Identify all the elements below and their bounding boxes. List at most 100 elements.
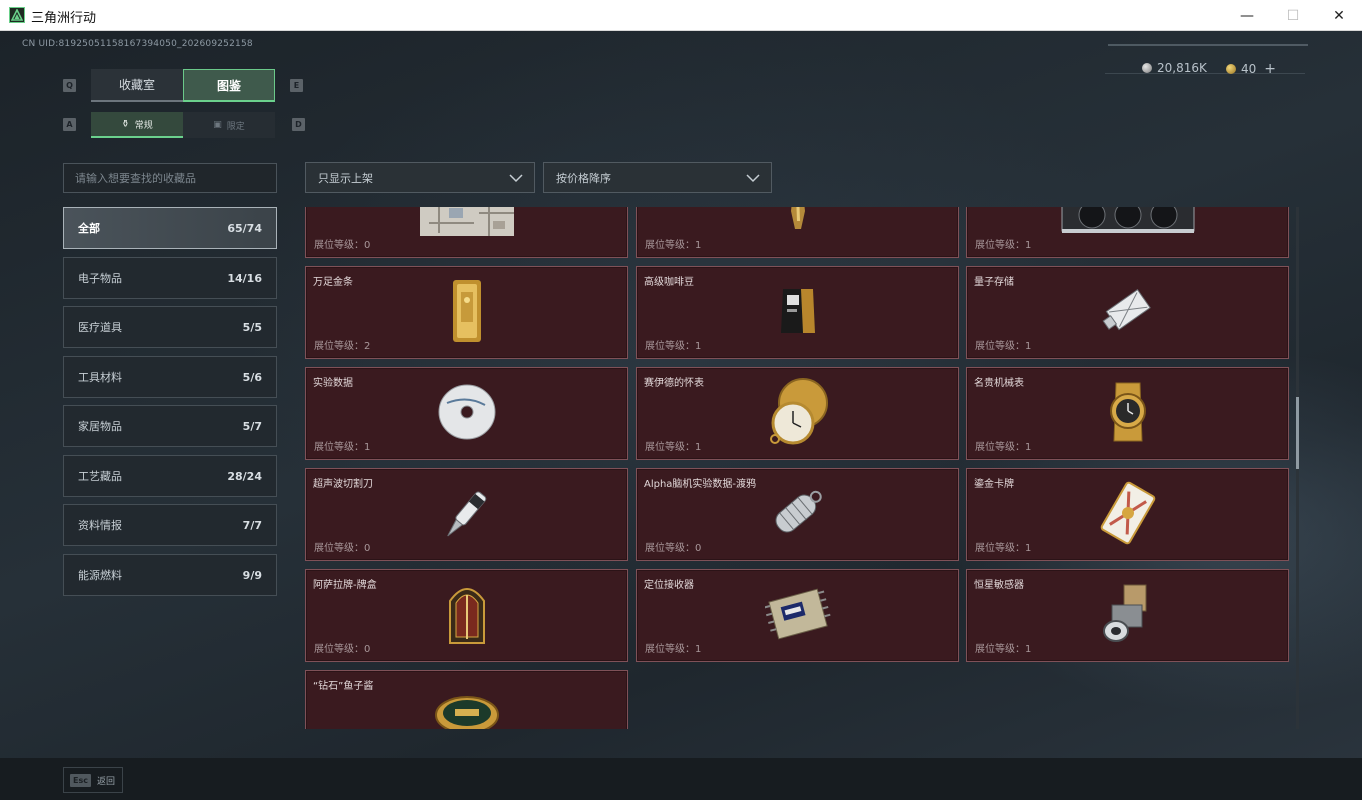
- item-card[interactable]: 赛伊德的怀表 展位等级：1: [636, 367, 959, 460]
- item-card[interactable]: 阿萨拉牌-牌盒 展位等级：0: [305, 569, 628, 662]
- item-level: 展位等级：1: [975, 543, 1032, 554]
- close-button[interactable]: ✕: [1316, 0, 1362, 31]
- item-level: 展位等级：1: [975, 240, 1032, 251]
- item-level: 展位等级：1: [975, 644, 1032, 655]
- map-icon: [419, 207, 515, 241]
- item-level: 展位等级：1: [645, 442, 702, 453]
- item-level: 展位等级：0: [314, 543, 371, 554]
- category-medical[interactable]: 医疗道具 5/5: [63, 306, 277, 348]
- star-sensor-icon: [1098, 581, 1158, 651]
- category-label: 全部: [78, 222, 100, 235]
- token-icon: [1226, 64, 1236, 74]
- subtab-limited[interactable]: ▣ 限定: [183, 112, 275, 138]
- tab-catalog[interactable]: 图鉴: [183, 69, 275, 102]
- category-household[interactable]: 家居物品 5/7: [63, 405, 277, 447]
- maximize-button[interactable]: ☐: [1270, 0, 1316, 31]
- gpu-icon: [1060, 207, 1196, 239]
- category-count: 5/5: [242, 320, 262, 334]
- item-card[interactable]: 恒星敏感器 展位等级：1: [966, 569, 1289, 662]
- item-level: 展位等级：1: [645, 240, 702, 251]
- category-crafts[interactable]: 工艺藏品 28/24: [63, 455, 277, 497]
- category-electronics[interactable]: 电子物品 14/16: [63, 257, 277, 299]
- item-level: 展位等级：1: [314, 442, 371, 453]
- app-logo-icon: [9, 7, 25, 23]
- minimize-button[interactable]: —: [1224, 0, 1270, 31]
- item-level: 展位等级：1: [975, 442, 1032, 453]
- item-level: 展位等级：0: [314, 644, 371, 655]
- item-card[interactable]: 展位等级：1: [966, 207, 1289, 258]
- card-box-icon: [446, 581, 488, 651]
- trophy-icon: [787, 207, 809, 235]
- item-name: Alpha脑机实验数据-渡鸦: [644, 479, 757, 490]
- token-amount: 40: [1241, 62, 1257, 76]
- item-name: 高级咖啡豆: [644, 277, 694, 288]
- item-level: 展位等级：2: [314, 341, 371, 352]
- add-token-button[interactable]: +: [1264, 61, 1276, 77]
- grid-scrollbar-thumb[interactable]: [1296, 397, 1299, 469]
- subtab-regular-label: 常规: [134, 120, 153, 131]
- category-count: 65/74: [227, 221, 262, 235]
- search-input[interactable]: 请输入想要查找的收藏品: [63, 163, 277, 193]
- item-card[interactable]: 鎏金卡牌 展位等级：1: [966, 468, 1289, 561]
- item-level: 展位等级：0: [645, 543, 702, 554]
- item-card[interactable]: 高级咖啡豆 展位等级：1: [636, 266, 959, 359]
- game-viewport: CN UID:8192505115816739405​0_20260925215…: [0, 31, 1362, 800]
- item-name: “钻石”鱼子酱: [313, 681, 374, 692]
- category-all[interactable]: 全部 65/74: [63, 207, 277, 249]
- item-name: 阿萨拉牌-牌盒: [313, 580, 377, 591]
- item-card[interactable]: 定位接收器 展位等级：1: [636, 569, 959, 662]
- item-card[interactable]: Alpha脑机实验数据-渡鸦 展位等级：0: [636, 468, 959, 561]
- item-name: 定位接收器: [644, 580, 694, 591]
- item-card[interactable]: 展位等级：1: [636, 207, 959, 258]
- image-icon: ▣: [213, 120, 222, 130]
- item-name: 实验数据: [313, 378, 353, 389]
- category-energy[interactable]: 能源燃料 9/9: [63, 554, 277, 596]
- subtab-regular[interactable]: ⚱ 常规: [91, 112, 183, 138]
- item-grid: 展位等级：0 展位等级：1 展位等级：1 万足金条 展位等级：2 高级咖啡豆 展…: [305, 207, 1290, 729]
- chevron-down-icon: [509, 174, 523, 183]
- category-label: 电子物品: [78, 272, 122, 285]
- category-intel[interactable]: 资料情报 7/7: [63, 504, 277, 546]
- coin-icon: [1142, 63, 1152, 73]
- back-button[interactable]: Esc 返回: [63, 767, 123, 793]
- item-name: 赛伊德的怀表: [644, 378, 704, 389]
- shelf-filter-dropdown[interactable]: 只显示上架: [305, 162, 535, 193]
- category-label: 能源燃料: [78, 569, 122, 582]
- item-card[interactable]: “钻石”鱼子酱: [305, 670, 628, 729]
- category-label: 资料情报: [78, 519, 122, 532]
- item-level: 展位等级：0: [314, 240, 371, 251]
- item-card[interactable]: 名贵机械表 展位等级：1: [966, 367, 1289, 460]
- subtab-limited-label: 限定: [226, 121, 245, 132]
- item-name: 超声波切割刀: [313, 479, 373, 490]
- item-name: 量子存储: [974, 277, 1014, 288]
- shelf-filter-label: 只显示上架: [318, 171, 373, 185]
- item-name: 万足金条: [313, 277, 353, 288]
- item-card[interactable]: 实验数据 展位等级：1: [305, 367, 628, 460]
- item-name: 鎏金卡牌: [974, 479, 1014, 490]
- chevron-down-icon: [746, 174, 760, 183]
- item-name: 恒星敏感器: [974, 580, 1024, 591]
- sort-dropdown[interactable]: 按价格降序: [543, 162, 772, 193]
- tab-collection-room[interactable]: 收藏室: [91, 69, 183, 102]
- item-card[interactable]: 展位等级：0: [305, 207, 628, 258]
- pocket-watch-icon: [765, 377, 831, 451]
- coin-amount: 20,816K: [1157, 61, 1207, 75]
- item-level: 展位等级：1: [645, 644, 702, 655]
- item-name: 名贵机械表: [974, 378, 1024, 389]
- key-hint-a: A: [63, 118, 76, 131]
- token-balance: 40 +: [1226, 61, 1276, 77]
- item-card[interactable]: 超声波切割刀 展位等级：0: [305, 468, 628, 561]
- item-card[interactable]: 量子存储 展位等级：1: [966, 266, 1289, 359]
- key-hint-d: D: [292, 118, 305, 131]
- category-label: 医疗道具: [78, 321, 122, 334]
- data-capsule-icon: [766, 481, 830, 549]
- category-label: 家居物品: [78, 420, 122, 433]
- category-count: 14/16: [227, 271, 262, 285]
- item-level: 展位等级：1: [645, 341, 702, 352]
- caviar-tin-icon: [434, 695, 500, 729]
- receiver-icon: [763, 583, 831, 649]
- window-title: 三角洲行动: [31, 11, 97, 26]
- item-card[interactable]: 万足金条 展位等级：2: [305, 266, 628, 359]
- category-count: 28/24: [227, 469, 262, 483]
- category-tools[interactable]: 工具材料 5/6: [63, 356, 277, 398]
